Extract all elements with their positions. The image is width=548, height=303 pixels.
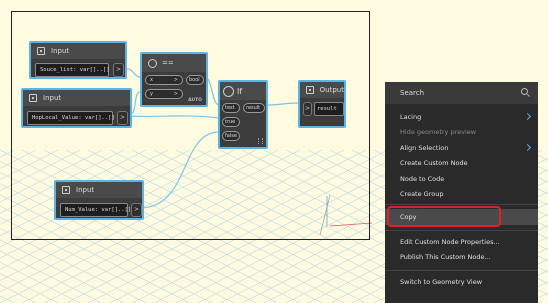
node-header: If xyxy=(220,82,266,100)
menu-item-create-custom-node[interactable]: Create Custom Node xyxy=(385,155,538,171)
node-title: Output xyxy=(319,86,344,94)
menu-item-node-to-code[interactable]: Node to Code xyxy=(385,171,538,187)
chevron-right-icon xyxy=(523,112,532,121)
node-header: == xyxy=(142,54,206,72)
input-value-field[interactable]: Num_Value: var[]..[] xyxy=(60,203,131,217)
equals-node[interactable]: == x > y > bool AUTO xyxy=(140,52,208,107)
resize-grip[interactable] xyxy=(258,138,263,144)
output-port[interactable]: > xyxy=(113,63,124,77)
input-node-num-value[interactable]: Input Num_Value: var[]..[] > xyxy=(54,180,144,220)
node-header: Input xyxy=(31,43,125,59)
node-title: Input xyxy=(76,186,95,194)
input-port-false[interactable]: false xyxy=(222,131,240,141)
output-port-bool[interactable]: bool xyxy=(186,75,204,85)
menu-separator xyxy=(385,204,538,205)
copy-highlight-annotation xyxy=(387,206,501,227)
output-node-icon xyxy=(306,86,314,94)
input-port[interactable]: > xyxy=(303,102,312,116)
menu-item-lacing[interactable]: Lacing xyxy=(385,109,538,125)
equals-operator-icon xyxy=(148,58,157,68)
menu-item-align-selection[interactable]: Align Selection xyxy=(385,140,538,156)
context-menu: Search Lacing Hide geometry preview Alig… xyxy=(385,82,538,303)
node-header: Input xyxy=(23,90,130,106)
menu-separator xyxy=(385,270,538,271)
output-port[interactable]: > xyxy=(117,111,128,125)
output-value-field[interactable]: result xyxy=(314,102,344,116)
input-port-x[interactable]: x > xyxy=(145,75,183,85)
if-node[interactable]: If test true false result xyxy=(218,80,268,149)
menu-item-edit-custom-node-properties[interactable]: Edit Custom Node Properties... xyxy=(385,234,538,250)
input-port-true[interactable]: true xyxy=(222,117,240,127)
node-title: Input xyxy=(43,94,62,102)
menu-search-box[interactable]: Search xyxy=(385,82,538,104)
input-value-field[interactable]: HopLocal_Value: var[]..[] xyxy=(27,111,115,125)
input-port-test[interactable]: test xyxy=(222,103,240,113)
output-node[interactable]: Output > result xyxy=(298,80,346,128)
node-title: If xyxy=(237,86,243,96)
lacing-indicator: AUTO xyxy=(188,98,202,103)
graph-canvas[interactable]: Input Souce_list: var[]..[] > Input HopL… xyxy=(0,0,548,303)
input-node-icon xyxy=(62,186,70,194)
menu-separator xyxy=(385,230,538,231)
input-node-source-list[interactable]: Input Souce_list: var[]..[] > xyxy=(29,41,127,79)
if-node-icon xyxy=(223,85,234,97)
input-node-icon xyxy=(29,94,37,102)
input-port-y[interactable]: y > xyxy=(145,89,183,99)
chevron-right-icon xyxy=(523,143,532,152)
menu-item-publish-custom-node[interactable]: Publish This Custom Node... xyxy=(385,249,538,265)
input-node-hoplocal-value[interactable]: Input HopLocal_Value: var[]..[] > xyxy=(21,88,132,128)
node-title: == xyxy=(162,59,174,67)
search-icon[interactable] xyxy=(521,88,528,95)
node-title: Input xyxy=(51,47,70,55)
menu-item-switch-to-geometry-view[interactable]: Switch to Geometry View xyxy=(385,274,538,290)
input-value-field[interactable]: Souce_list: var[]..[] xyxy=(35,63,110,77)
output-port[interactable]: > xyxy=(131,203,142,217)
menu-item-hide-geometry-preview: Hide geometry preview xyxy=(400,128,477,136)
menu-search-placeholder: Search xyxy=(400,89,425,97)
output-port-result[interactable]: result xyxy=(243,103,265,113)
node-header: Output xyxy=(300,82,344,98)
input-node-icon xyxy=(37,47,45,55)
menu-item-create-group[interactable]: Create Group xyxy=(385,186,538,202)
node-header: Input xyxy=(56,182,142,198)
